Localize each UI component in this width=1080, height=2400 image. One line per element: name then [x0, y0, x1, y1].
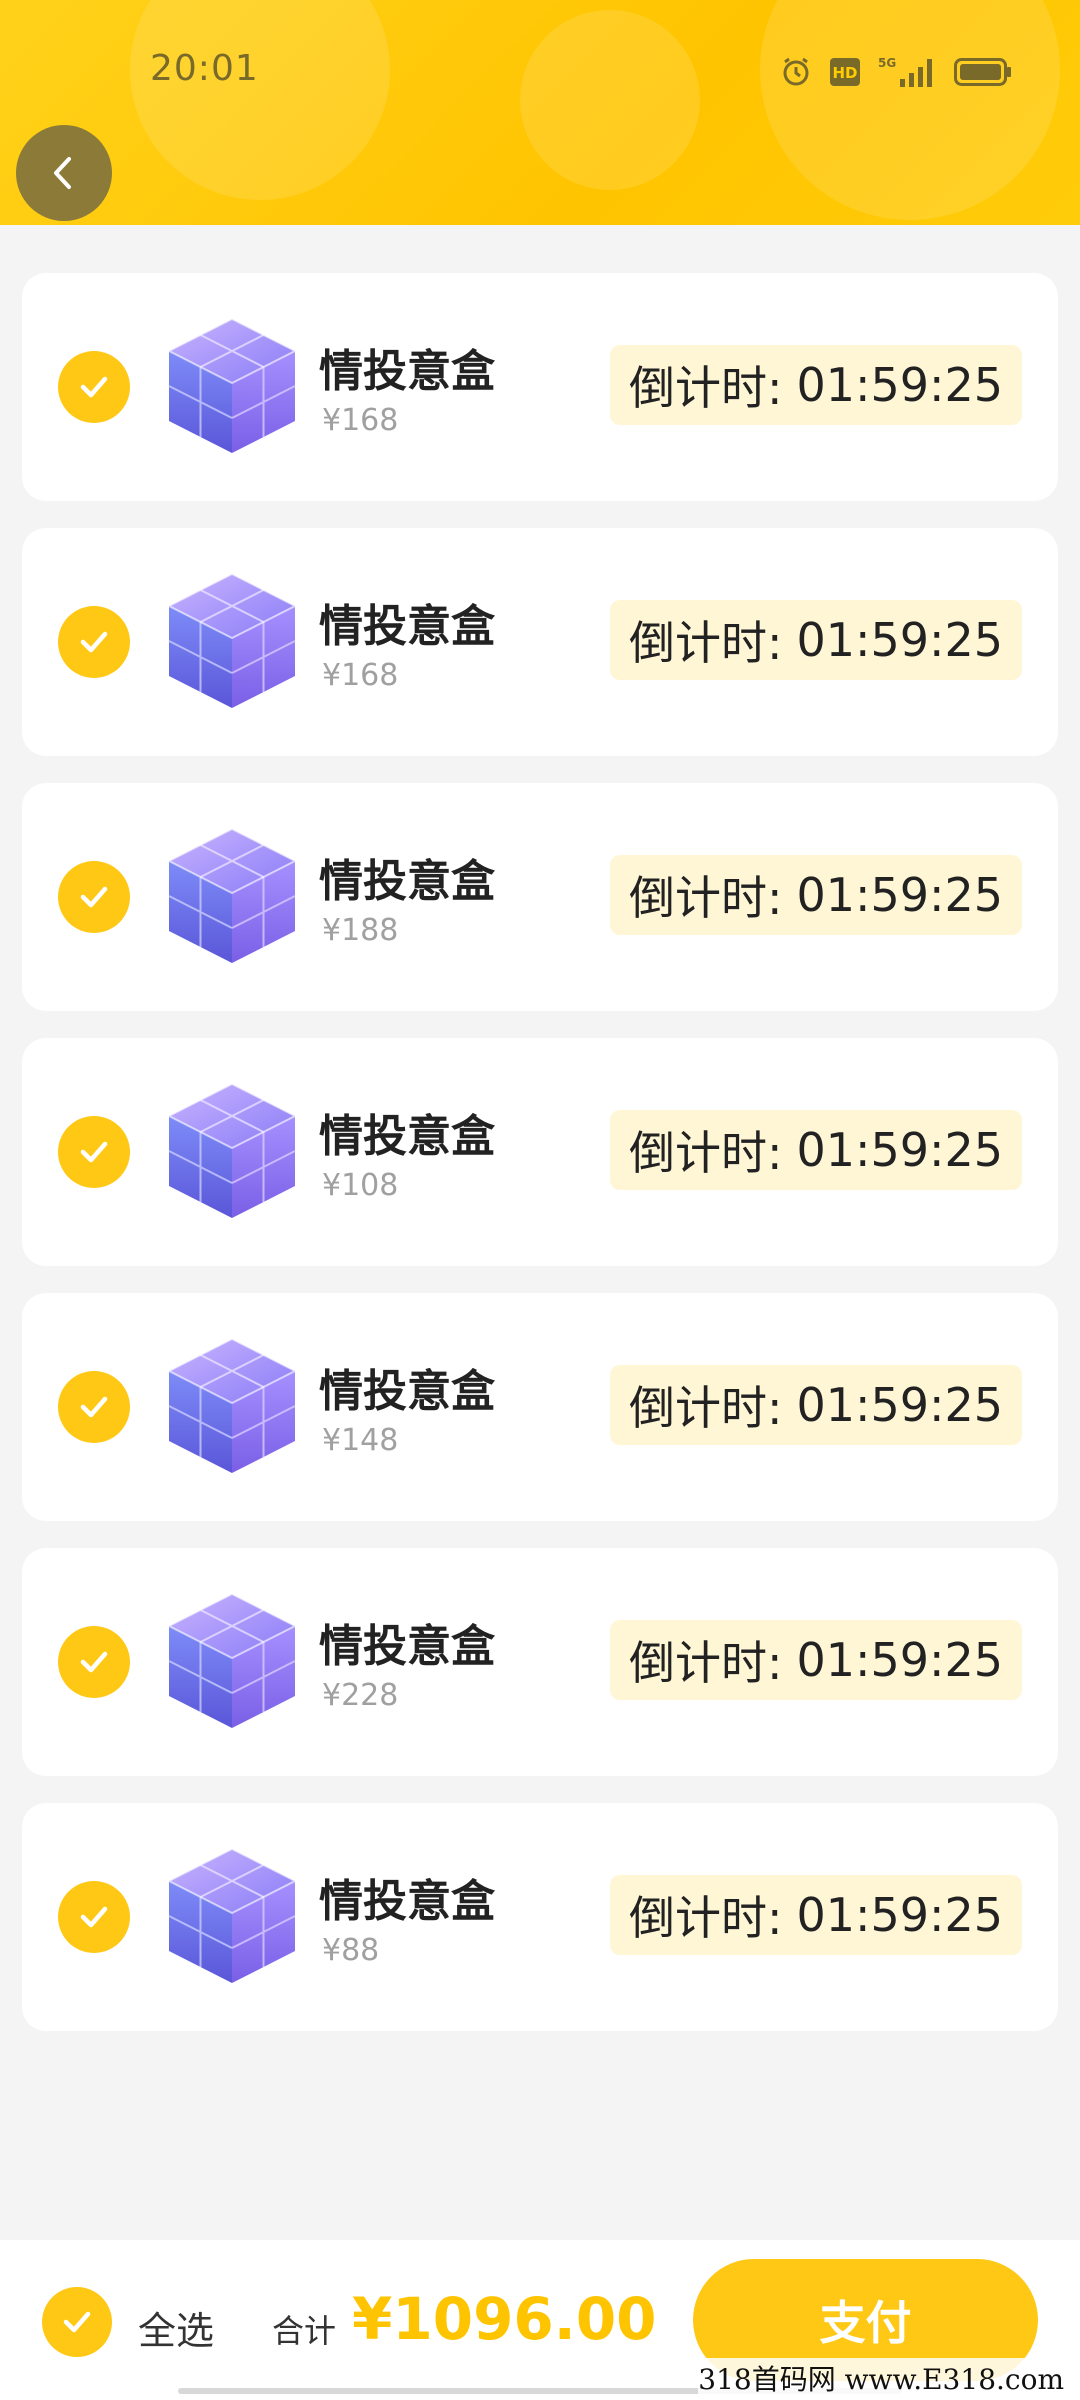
- countdown-value: 01:59:25: [796, 1123, 1004, 1177]
- hd-icon: HD: [830, 58, 860, 86]
- blind-box-image: [157, 566, 307, 716]
- countdown-badge: 倒计时: 01:59:25: [610, 1875, 1022, 1955]
- checkmark-icon: [80, 1651, 108, 1673]
- cart-item[interactable]: 情投意盒 ¥188 倒计时: 01:59:25: [22, 783, 1058, 1011]
- total-label: 合计: [272, 2312, 337, 2350]
- checkmark-icon: [80, 1141, 108, 1163]
- header: 20:01 HD 5G: [0, 0, 1080, 225]
- blind-box-image: [157, 1841, 307, 1991]
- item-title: 情投意盒: [319, 1366, 495, 1417]
- checkmark-icon: [80, 1396, 108, 1418]
- item-title: 情投意盒: [319, 1111, 495, 1162]
- countdown-badge: 倒计时: 01:59:25: [610, 600, 1022, 680]
- blind-box-image: [157, 1586, 307, 1736]
- cart-item[interactable]: 情投意盒 ¥108 倒计时: 01:59:25: [22, 1038, 1058, 1266]
- cart-item[interactable]: 情投意盒 ¥148 倒计时: 01:59:25: [22, 1293, 1058, 1521]
- alarm-icon: [783, 57, 809, 86]
- cart-item[interactable]: 情投意盒 ¥168 倒计时: 01:59:25: [22, 273, 1058, 501]
- battery-icon: [954, 58, 1011, 86]
- checkmark-icon: [80, 376, 108, 398]
- status-icons: HD 5G: [780, 52, 1012, 92]
- item-checkbox[interactable]: [58, 1116, 130, 1188]
- item-price: ¥188: [322, 913, 399, 948]
- status-time: 20:01: [150, 48, 259, 89]
- countdown-value: 01:59:25: [796, 868, 1004, 922]
- blind-box-image: [157, 311, 307, 461]
- cart-item[interactable]: 情投意盒 ¥228 倒计时: 01:59:25: [22, 1548, 1058, 1776]
- select-all-label[interactable]: 全选: [138, 2300, 214, 2355]
- blind-box-image: [157, 1076, 307, 1226]
- blind-box-image: [157, 1331, 307, 1481]
- item-title: 情投意盒: [319, 346, 495, 397]
- item-price: ¥148: [322, 1423, 399, 1458]
- countdown-value: 01:59:25: [796, 358, 1004, 412]
- item-title: 情投意盒: [319, 1876, 495, 1927]
- checkmark-icon: [80, 1906, 108, 1928]
- countdown-badge: 倒计时: 01:59:25: [610, 1110, 1022, 1190]
- countdown-value: 01:59:25: [796, 1633, 1004, 1687]
- cart-item[interactable]: 情投意盒 ¥168 倒计时: 01:59:25: [22, 528, 1058, 756]
- item-title: 情投意盒: [319, 1621, 495, 1672]
- checkmark-icon: [63, 2311, 91, 2333]
- cart-item[interactable]: 情投意盒 ¥88 倒计时: 01:59:25: [22, 1803, 1058, 2031]
- countdown-label: 倒计时:: [628, 871, 783, 925]
- countdown-label: 倒计时:: [628, 1636, 783, 1690]
- back-button[interactable]: [16, 125, 112, 221]
- item-checkbox[interactable]: [58, 1626, 130, 1698]
- checkmark-icon: [80, 886, 108, 908]
- item-title: 情投意盒: [319, 856, 495, 907]
- countdown-value: 01:59:25: [796, 1888, 1004, 1942]
- countdown-badge: 倒计时: 01:59:25: [610, 345, 1022, 425]
- item-price: ¥228: [322, 1678, 399, 1713]
- item-price: ¥168: [322, 403, 399, 438]
- status-bar: 20:01 HD 5G: [0, 0, 1080, 140]
- cart-list: 情投意盒 ¥168 倒计时: 01:59:25 情投意盒 ¥168 倒计时: 0…: [22, 273, 1058, 2058]
- chevron-left-icon: [54, 157, 71, 189]
- item-price: ¥108: [322, 1168, 399, 1203]
- select-all-checkbox[interactable]: [42, 2287, 112, 2357]
- total-amount: ¥1096.00: [352, 2285, 657, 2353]
- item-checkbox[interactable]: [58, 351, 130, 423]
- countdown-label: 倒计时:: [628, 1381, 783, 1435]
- countdown-label: 倒计时:: [628, 1126, 783, 1180]
- countdown-label: 倒计时:: [628, 361, 783, 415]
- svg-text:HD: HD: [832, 64, 857, 82]
- 5g-signal-icon: 5G: [878, 56, 932, 87]
- item-checkbox[interactable]: [58, 1881, 130, 1953]
- countdown-label: 倒计时:: [628, 616, 783, 670]
- checkmark-icon: [80, 631, 108, 653]
- item-checkbox[interactable]: [58, 1371, 130, 1443]
- blind-box-image: [157, 821, 307, 971]
- countdown-value: 01:59:25: [796, 613, 1004, 667]
- item-checkbox[interactable]: [58, 606, 130, 678]
- item-checkbox[interactable]: [58, 861, 130, 933]
- countdown-label: 倒计时:: [628, 1891, 783, 1945]
- item-price: ¥88: [322, 1933, 380, 1968]
- item-title: 情投意盒: [319, 601, 495, 652]
- svg-text:5G: 5G: [878, 56, 896, 70]
- item-price: ¥168: [322, 658, 399, 693]
- countdown-badge: 倒计时: 01:59:25: [610, 855, 1022, 935]
- countdown-badge: 倒计时: 01:59:25: [610, 1365, 1022, 1445]
- watermark: 318首码网 www.E318.com: [698, 2358, 1064, 2398]
- countdown-value: 01:59:25: [796, 1378, 1004, 1432]
- countdown-badge: 倒计时: 01:59:25: [610, 1620, 1022, 1700]
